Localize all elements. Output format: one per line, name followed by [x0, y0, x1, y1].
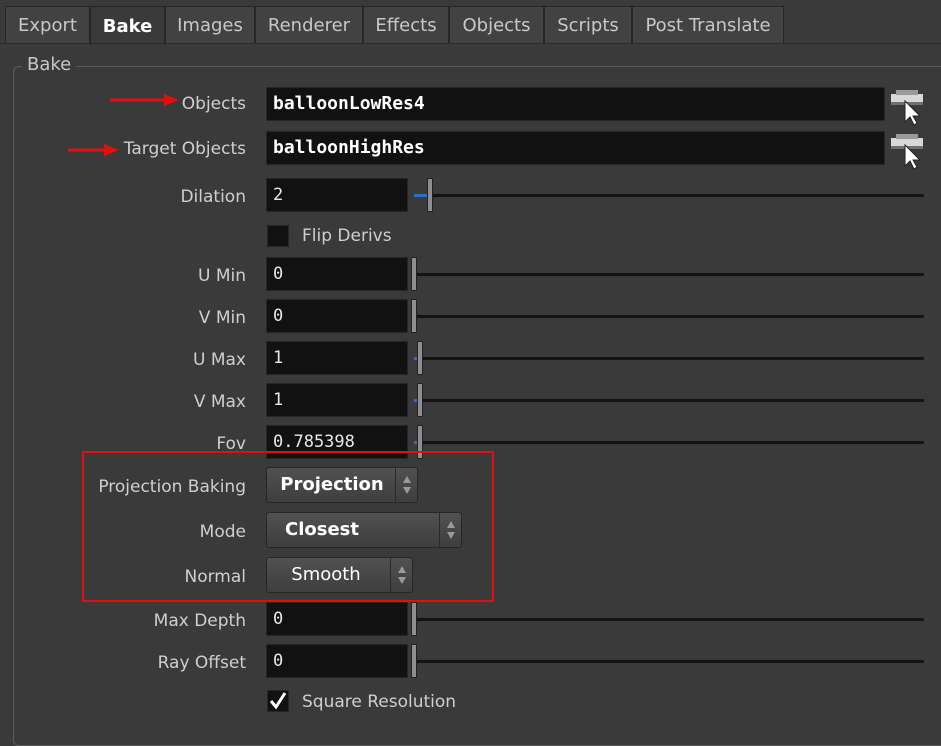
ray-offset-slider[interactable]: [414, 660, 924, 663]
v-min-slider-handle[interactable]: [411, 299, 417, 333]
max-depth-label: Max Depth: [153, 611, 246, 631]
v-min-field[interactable]: 0: [266, 299, 408, 333]
max-depth-slider[interactable]: [414, 618, 924, 621]
v-min-label: V Min: [198, 308, 246, 328]
max-depth-slider-handle[interactable]: [411, 602, 417, 636]
u-min-slider-handle[interactable]: [411, 257, 417, 291]
target-objects-field[interactable]: balloonHighRes: [266, 131, 885, 165]
tab-label: Objects: [462, 15, 531, 36]
tab-divider: [0, 43, 941, 44]
objects-field[interactable]: balloonLowRes4: [266, 87, 885, 121]
fov-slider[interactable]: [414, 441, 924, 444]
max-depth-field[interactable]: 0: [266, 602, 408, 636]
object-picker-icon[interactable]: [888, 130, 928, 170]
objects-label: Objects: [181, 94, 246, 114]
tab-post-translate[interactable]: Post Translate: [632, 6, 784, 44]
tab-label: Post Translate: [645, 15, 771, 36]
dilation-field[interactable]: 2: [266, 178, 408, 212]
tab-bake[interactable]: Bake: [90, 6, 165, 45]
tab-label: Effects: [375, 15, 437, 36]
tab-bar: Export Bake Images Renderer Effects Obje…: [0, 0, 941, 45]
v-min-slider[interactable]: [414, 315, 924, 318]
u-max-slider-handle[interactable]: [417, 341, 423, 375]
ray-offset-label: Ray Offset: [157, 653, 246, 673]
tab-label: Images: [177, 15, 243, 36]
u-max-slider[interactable]: [414, 357, 924, 360]
ray-offset-slider-handle[interactable]: [411, 644, 417, 678]
tab-effects[interactable]: Effects: [363, 6, 449, 44]
v-max-slider-handle[interactable]: [417, 383, 423, 417]
tab-renderer[interactable]: Renderer: [255, 6, 363, 44]
v-max-label: V Max: [193, 392, 246, 412]
tab-label: Scripts: [557, 15, 619, 36]
checkmark-icon: [269, 692, 287, 710]
v-max-slider[interactable]: [414, 399, 924, 402]
dilation-label: Dilation: [180, 187, 246, 207]
target-objects-label: Target Objects: [123, 139, 246, 159]
tab-label: Bake: [102, 15, 153, 37]
flip-derivs-label: Flip Derivs: [302, 226, 392, 246]
u-min-field[interactable]: 0: [266, 257, 408, 291]
tab-export[interactable]: Export: [5, 6, 90, 44]
dilation-slider-handle[interactable]: [427, 178, 433, 212]
v-max-field[interactable]: 1: [266, 383, 408, 417]
u-max-label: U Max: [193, 350, 246, 370]
u-min-label: U Min: [197, 266, 246, 286]
tab-label: Renderer: [267, 15, 351, 36]
ray-offset-field[interactable]: 0: [266, 644, 408, 678]
tab-objects[interactable]: Objects: [449, 6, 544, 44]
tab-label: Export: [18, 15, 77, 36]
u-min-slider[interactable]: [414, 273, 924, 276]
dilation-slider-fill: [414, 194, 428, 197]
flip-derivs-checkbox[interactable]: [267, 225, 289, 247]
dilation-slider[interactable]: [414, 194, 924, 197]
object-picker-icon[interactable]: [888, 86, 928, 126]
annotation-highlight-box: [82, 451, 494, 602]
square-resolution-checkbox[interactable]: [267, 690, 289, 712]
tab-scripts[interactable]: Scripts: [544, 6, 632, 44]
group-title: Bake: [22, 54, 77, 75]
square-resolution-label: Square Resolution: [302, 692, 457, 712]
tab-images[interactable]: Images: [165, 6, 255, 44]
u-max-field[interactable]: 1: [266, 341, 408, 375]
